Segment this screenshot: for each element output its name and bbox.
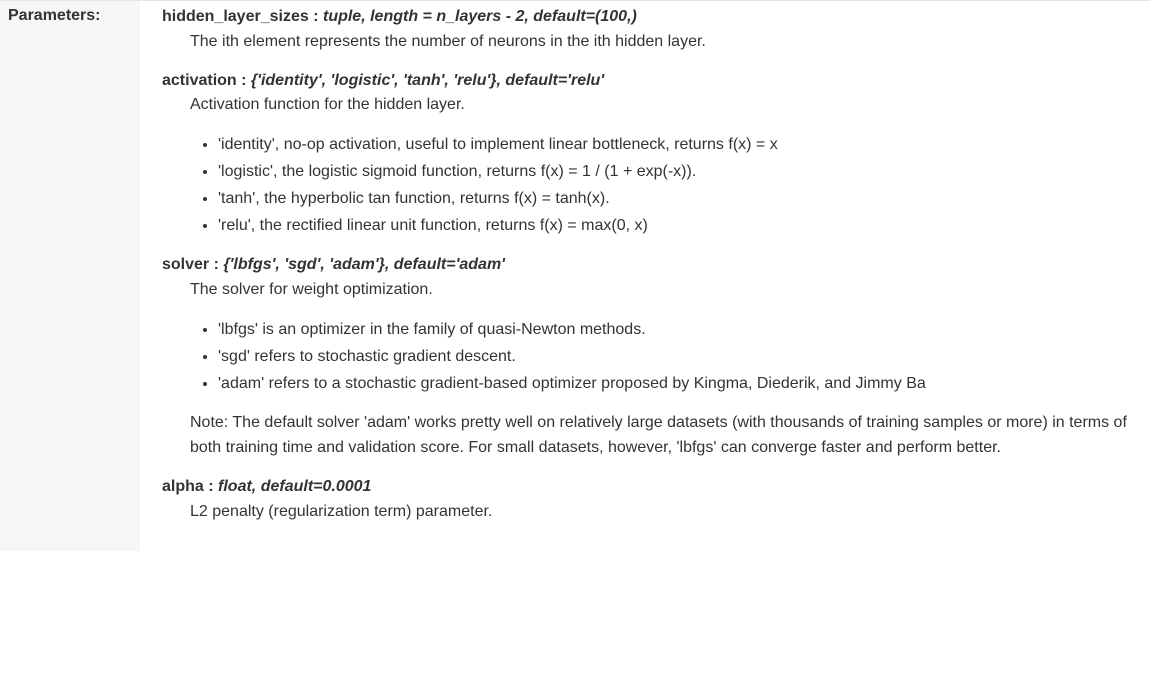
param-name: alpha	[162, 478, 204, 495]
param-alpha: alpha : float, default=0.0001 L2 penalty…	[162, 475, 1130, 525]
param-hidden-layer-sizes: hidden_layer_sizes : tuple, length = n_l…	[162, 5, 1130, 55]
list-item: 'sgd' refers to stochastic gradient desc…	[218, 344, 1130, 371]
param-colon: :	[208, 478, 218, 495]
list-item: 'logistic', the logistic sigmoid functio…	[218, 159, 1130, 186]
list-item: 'tanh', the hyperbolic tan function, ret…	[218, 186, 1130, 213]
param-header: solver : {'lbfgs', 'sgd', 'adam'}, defau…	[162, 253, 1130, 278]
param-note: Note: The default solver 'adam' works pr…	[190, 411, 1130, 461]
parameters-label: Parameters:	[0, 1, 140, 25]
param-header: activation : {'identity', 'logistic', 't…	[162, 69, 1130, 94]
param-header: hidden_layer_sizes : tuple, length = n_l…	[162, 5, 1130, 30]
parameters-body: hidden_layer_sizes : tuple, length = n_l…	[140, 1, 1150, 551]
param-desc: The ith element represents the number of…	[190, 30, 1130, 55]
param-header: alpha : float, default=0.0001	[162, 475, 1130, 500]
param-type: float, default=0.0001	[218, 478, 371, 495]
param-type: tuple, length = n_layers - 2, default=(1…	[323, 8, 637, 25]
param-desc: L2 penalty (regularization term) paramet…	[190, 500, 1130, 525]
param-options: 'lbfgs' is an optimizer in the family of…	[198, 317, 1130, 397]
param-type: {'lbfgs', 'sgd', 'adam'}, default='adam'	[223, 256, 505, 273]
param-name: activation	[162, 72, 237, 89]
list-item: 'relu', the rectified linear unit functi…	[218, 213, 1130, 240]
param-desc: Activation function for the hidden layer…	[190, 93, 1130, 118]
param-solver: solver : {'lbfgs', 'sgd', 'adam'}, defau…	[162, 253, 1130, 461]
param-activation: activation : {'identity', 'logistic', 't…	[162, 69, 1130, 240]
param-colon: :	[241, 72, 251, 89]
parameters-table: Parameters: hidden_layer_sizes : tuple, …	[0, 0, 1150, 551]
list-item: 'lbfgs' is an optimizer in the family of…	[218, 317, 1130, 344]
param-colon: :	[313, 8, 323, 25]
param-name: solver	[162, 256, 209, 273]
param-colon: :	[214, 256, 224, 273]
list-item: 'adam' refers to a stochastic gradient-b…	[218, 371, 1130, 398]
param-type: {'identity', 'logistic', 'tanh', 'relu'}…	[251, 72, 604, 89]
param-name: hidden_layer_sizes	[162, 8, 309, 25]
param-desc: The solver for weight optimization.	[190, 278, 1130, 303]
param-options: 'identity', no-op activation, useful to …	[198, 132, 1130, 239]
list-item: 'identity', no-op activation, useful to …	[218, 132, 1130, 159]
